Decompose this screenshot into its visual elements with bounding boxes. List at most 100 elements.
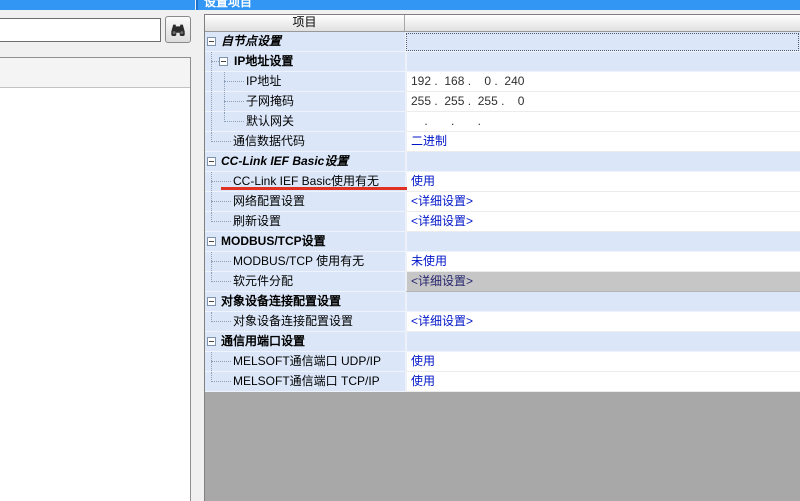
binoculars-icon xyxy=(170,23,186,37)
settings-row[interactable]: 刷新设置<详细设置> xyxy=(205,212,800,232)
row-value-cell[interactable] xyxy=(405,32,800,52)
settings-row[interactable]: 通信数据代码二进制 xyxy=(205,132,800,152)
collapse-minus-icon[interactable] xyxy=(207,337,216,346)
grid-header: 项目 xyxy=(205,15,800,32)
row-label: CC-Link IEF Basic设置 xyxy=(221,152,348,171)
row-label-cell[interactable]: CC-Link IEF Basic设置 xyxy=(205,152,405,172)
collapse-minus-icon[interactable] xyxy=(207,37,216,46)
row-label-cell[interactable]: 对象设备连接配置设置 xyxy=(205,312,405,332)
row-value-cell[interactable]: 使用 xyxy=(405,372,800,392)
collapse-minus-icon[interactable] xyxy=(207,157,216,166)
row-label: 子网掩码 xyxy=(246,92,294,111)
row-label: MODBUS/TCP设置 xyxy=(221,232,326,251)
tree-guide-line xyxy=(211,61,219,62)
row-label-cell[interactable]: MODBUS/TCP 使用有无 xyxy=(205,252,405,272)
tree-guide-line xyxy=(211,92,212,111)
row-label-cell[interactable]: IP地址 xyxy=(205,72,405,92)
grid-rows: 自节点设置IP地址设置IP地址 192 . 168 . 0 . 240 子网掩码 25… xyxy=(205,32,800,392)
settings-section-row[interactable]: 通信用端口设置 xyxy=(205,332,800,352)
row-value-cell[interactable]: . . . xyxy=(405,112,800,132)
row-value-cell[interactable]: 192 . 168 . 0 . 240 xyxy=(405,72,800,92)
row-value-cell[interactable]: 二进制 xyxy=(405,132,800,152)
row-label-cell[interactable]: 子网掩码 xyxy=(205,92,405,112)
row-label-cell[interactable]: IP地址设置 xyxy=(205,52,405,72)
settings-row[interactable]: MELSOFT通信端口 UDP/IP 使用 xyxy=(205,352,800,372)
settings-row[interactable]: 默认网关 . . . xyxy=(205,112,800,132)
row-label-cell[interactable]: MELSOFT通信端口 TCP/IP xyxy=(205,372,405,392)
collapse-minus-icon[interactable] xyxy=(219,57,228,66)
settings-row[interactable]: 软元件分配 <详细设置> xyxy=(205,272,800,292)
setting-item-titlebar: 设置项目 xyxy=(196,0,800,10)
row-label: 默认网关 xyxy=(246,112,294,131)
row-value-cell[interactable]: <详细设置> xyxy=(405,312,800,332)
tree-guide-line xyxy=(211,72,212,91)
row-label-cell[interactable]: 刷新设置 xyxy=(205,212,405,232)
settings-grid: 项目 自节点设置IP地址设置IP地址192 . 168 . 0 . 240子网掩… xyxy=(204,14,800,501)
tree-guide-line xyxy=(211,361,231,362)
tree-guide-line xyxy=(211,181,231,182)
tree-guide-line xyxy=(224,101,244,102)
row-label: IP地址 xyxy=(246,72,281,91)
collapse-minus-icon[interactable] xyxy=(207,237,216,246)
row-value-cell[interactable]: 使用 xyxy=(405,352,800,372)
row-label: IP地址设置 xyxy=(234,52,293,71)
settings-section-row[interactable]: 对象设备连接配置设置 xyxy=(205,292,800,312)
column-header-item: 项目 xyxy=(205,15,405,31)
row-label-cell[interactable]: CC-Link IEF Basic使用有无 xyxy=(205,172,405,192)
row-label: 软元件分配 xyxy=(233,272,293,291)
settings-row[interactable]: 子网掩码 255 . 255 . 255 . 0 xyxy=(205,92,800,112)
settings-row[interactable]: MELSOFT通信端口 TCP/IP使用 xyxy=(205,372,800,392)
settings-section-row[interactable]: MODBUS/TCP设置 xyxy=(205,232,800,252)
row-label: MODBUS/TCP 使用有无 xyxy=(233,252,364,271)
tree-guide-line xyxy=(211,261,231,262)
row-value-cell[interactable]: 未使用 xyxy=(405,252,800,272)
left-pane-titlebar xyxy=(0,0,195,10)
row-label: 自节点设置 xyxy=(221,32,281,51)
search-button[interactable] xyxy=(165,16,191,43)
tree-guide-line xyxy=(211,141,231,142)
row-value-cell[interactable] xyxy=(405,292,800,312)
row-label: 通信用端口设置 xyxy=(221,332,305,351)
collapse-minus-icon[interactable] xyxy=(207,297,216,306)
search-input[interactable] xyxy=(0,18,161,42)
settings-row[interactable]: MODBUS/TCP 使用有无 未使用 xyxy=(205,252,800,272)
tree-guide-line xyxy=(211,321,231,322)
tree-guide-line xyxy=(211,221,231,222)
row-label-cell[interactable]: 对象设备连接配置设置 xyxy=(205,292,405,312)
row-value-cell[interactable] xyxy=(405,332,800,352)
tree-guide-line xyxy=(211,112,212,131)
settings-row[interactable]: 网络配置设置 <详细设置> xyxy=(205,192,800,212)
tree-guide-line xyxy=(211,381,231,382)
setting-item-title: 设置项目 xyxy=(204,0,800,10)
column-header-value xyxy=(405,15,800,31)
row-label-cell[interactable]: MELSOFT通信端口 UDP/IP xyxy=(205,352,405,372)
row-label-cell[interactable]: MODBUS/TCP设置 xyxy=(205,232,405,252)
row-label-cell[interactable]: 软元件分配 xyxy=(205,272,405,292)
row-label: 网络配置设置 xyxy=(233,192,305,211)
item-list-panel-header xyxy=(0,58,190,88)
row-value-cell[interactable]: <详细设置> xyxy=(405,192,800,212)
row-value-cell[interactable]: <详细设置> xyxy=(405,212,800,232)
row-label-cell[interactable]: 通信数据代码 xyxy=(205,132,405,152)
item-list-panel xyxy=(0,57,191,501)
settings-section-row[interactable]: 自节点设置 xyxy=(205,32,800,52)
row-label: 对象设备连接配置设置 xyxy=(233,312,353,331)
settings-row[interactable]: IP地址 192 . 168 . 0 . 240 xyxy=(205,72,800,92)
row-label-cell[interactable]: 通信用端口设置 xyxy=(205,332,405,352)
settings-row[interactable]: CC-Link IEF Basic使用有无使用 xyxy=(205,172,800,192)
annotation-underline xyxy=(221,187,407,190)
row-value-cell[interactable]: 255 . 255 . 255 . 0 xyxy=(405,92,800,112)
row-value-cell[interactable]: 使用 xyxy=(405,172,800,192)
settings-section-row[interactable]: IP地址设置 xyxy=(205,52,800,72)
row-value-cell[interactable]: <详细设置> xyxy=(405,272,800,292)
row-value-cell[interactable] xyxy=(405,152,800,172)
row-value-cell[interactable] xyxy=(405,232,800,252)
settings-row[interactable]: 对象设备连接配置设置 <详细设置> xyxy=(205,312,800,332)
row-label-cell[interactable]: 网络配置设置 xyxy=(205,192,405,212)
row-label-cell[interactable]: 默认网关 xyxy=(205,112,405,132)
row-label: MELSOFT通信端口 UDP/IP xyxy=(233,352,381,371)
row-value-cell[interactable] xyxy=(405,52,800,72)
row-label-cell[interactable]: 自节点设置 xyxy=(205,32,405,52)
tree-guide-line xyxy=(211,281,231,282)
settings-section-row[interactable]: CC-Link IEF Basic设置 xyxy=(205,152,800,172)
